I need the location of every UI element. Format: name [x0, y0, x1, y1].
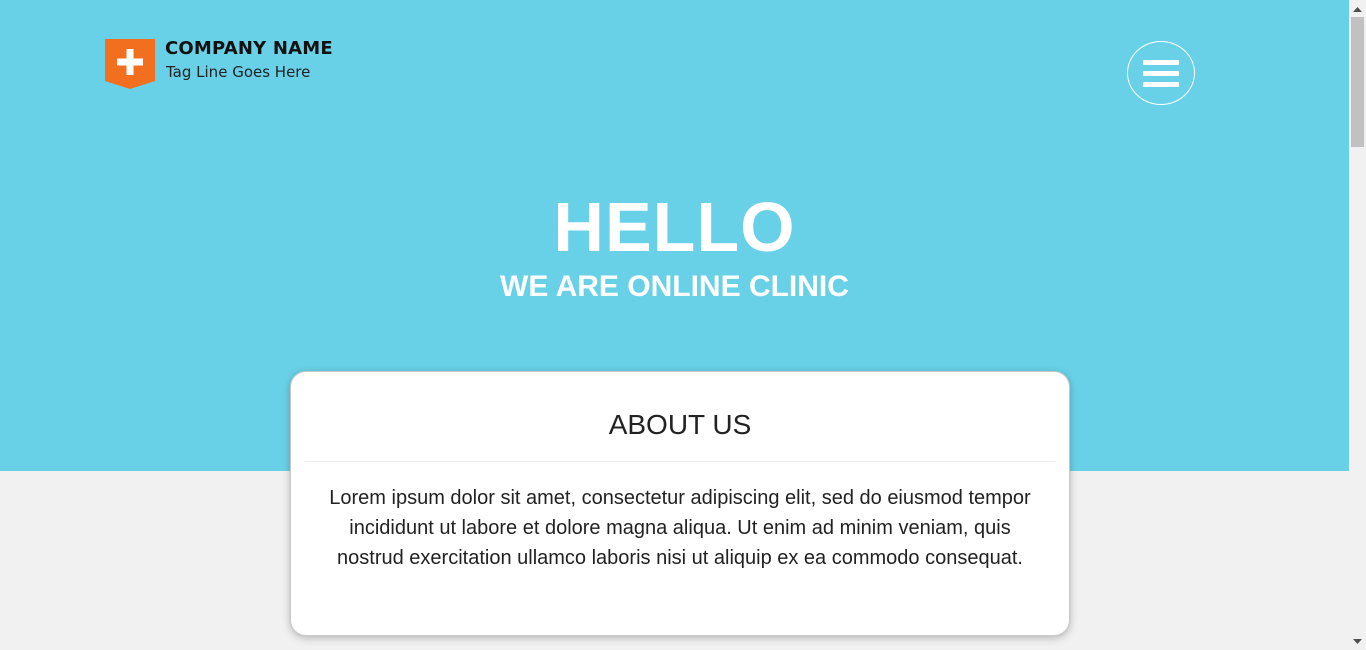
about-us-card: ABOUT US Lorem ipsum dolor sit amet, con… — [290, 371, 1070, 636]
hamburger-menu-button[interactable] — [1127, 41, 1195, 105]
scroll-down-arrow-icon[interactable] — [1349, 633, 1366, 650]
hamburger-menu-icon-bar — [1143, 81, 1179, 87]
hero-subtitle: WE ARE ONLINE CLINIC — [500, 270, 849, 303]
company-name: COMPANY NAME — [165, 38, 333, 59]
company-tagline: Tag Line Goes Here — [166, 63, 311, 81]
hamburger-menu-icon-bar — [1143, 70, 1179, 76]
about-us-text: Lorem ipsum dolor sit amet, consectetur … — [329, 487, 1031, 569]
divider — [305, 461, 1055, 462]
scroll-up-arrow-icon[interactable] — [1349, 0, 1366, 17]
hero-title: HELLO — [553, 188, 796, 266]
medical-cross-badge-icon — [105, 39, 155, 89]
brand[interactable]: COMPANY NAME Tag Line Goes Here — [105, 39, 333, 89]
page: COMPANY NAME Tag Line Goes Here HELLO WE… — [0, 0, 1349, 650]
hamburger-menu-icon-bar — [1143, 59, 1179, 65]
brand-text: COMPANY NAME Tag Line Goes Here — [165, 39, 333, 83]
about-us-title: ABOUT US — [608, 409, 752, 440]
vertical-scrollbar[interactable] — [1349, 0, 1366, 650]
scrollbar-thumb[interactable] — [1351, 17, 1364, 147]
